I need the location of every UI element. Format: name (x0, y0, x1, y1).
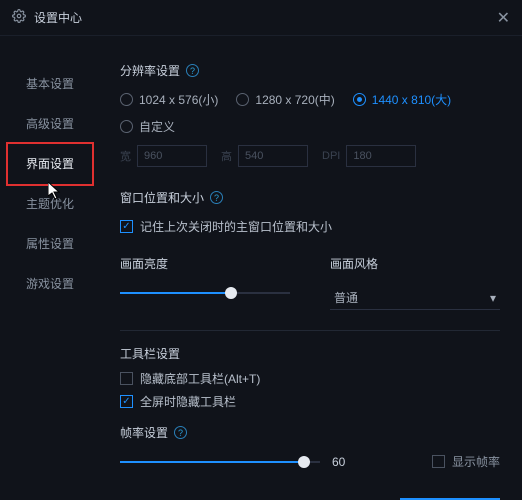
brightness-title: 画面亮度 (120, 255, 290, 272)
radio-custom[interactable]: 自定义 (120, 118, 175, 135)
width-input[interactable] (137, 145, 207, 167)
fps-slider[interactable] (120, 455, 320, 469)
toolbar-title: 工具栏设置 (120, 345, 500, 362)
sidebar-item-advanced[interactable]: 高级设置 (0, 104, 100, 144)
width-prefix: 宽 (120, 148, 131, 164)
checkbox-icon (120, 395, 133, 408)
sidebar-item-theme[interactable]: 主题优化 (0, 184, 100, 224)
gear-icon (12, 9, 26, 26)
sidebar-item-interface[interactable]: 界面设置 (8, 144, 92, 184)
windowpos-title: 窗口位置和大小 (120, 189, 204, 206)
height-input[interactable] (238, 145, 308, 167)
resolution-title: 分辨率设置 (120, 62, 180, 79)
sidebar: 基本设置 高级设置 界面设置 主题优化 属性设置 游戏设置 (0, 36, 100, 500)
sidebar-item-property[interactable]: 属性设置 (0, 224, 100, 264)
checkbox-hide-fullscreen-toolbar[interactable]: 全屏时隐藏工具栏 (120, 393, 500, 410)
sidebar-item-game[interactable]: 游戏设置 (0, 264, 100, 304)
fps-title: 帧率设置 (120, 424, 168, 441)
chevron-down-icon: ▾ (490, 291, 496, 305)
close-icon[interactable]: ✕ (497, 8, 510, 28)
checkbox-show-fps[interactable]: 显示帧率 (432, 453, 500, 470)
dpi-input[interactable] (346, 145, 416, 167)
checkbox-icon (432, 455, 445, 468)
help-icon[interactable]: ? (210, 191, 223, 204)
style-select[interactable]: 普通 ▾ (330, 286, 500, 310)
radio-1024[interactable]: 1024 x 576(小) (120, 91, 218, 108)
style-title: 画面风格 (330, 255, 500, 272)
help-icon[interactable]: ? (174, 426, 187, 439)
help-icon[interactable]: ? (186, 64, 199, 77)
radio-1440[interactable]: 1440 x 810(大) (353, 91, 451, 108)
sidebar-item-basic[interactable]: 基本设置 (0, 64, 100, 104)
checkbox-icon (120, 372, 133, 385)
window-title: 设置中心 (34, 9, 497, 26)
height-prefix: 高 (221, 148, 232, 164)
checkbox-hide-bottom-toolbar[interactable]: 隐藏底部工具栏(Alt+T) (120, 370, 500, 387)
brightness-slider[interactable] (120, 286, 290, 300)
checkbox-remember-position[interactable]: 记住上次关闭时的主窗口位置和大小 (120, 218, 500, 235)
radio-1280[interactable]: 1280 x 720(中) (236, 91, 334, 108)
checkbox-icon (120, 220, 133, 233)
fps-value: 60 (332, 455, 362, 469)
dpi-prefix: DPI (322, 150, 340, 162)
